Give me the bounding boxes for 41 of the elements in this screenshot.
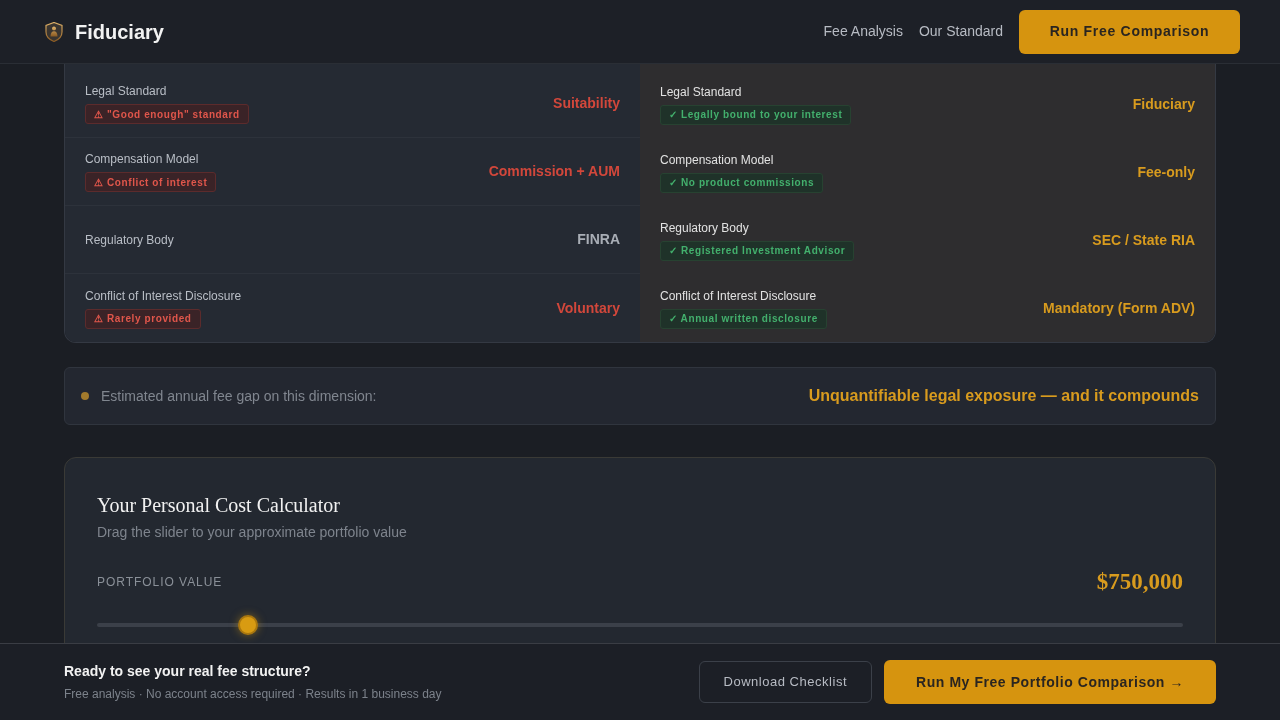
criterion-label: Legal Standard <box>660 83 742 100</box>
criterion-label: Conflict of Interest Disclosure <box>660 287 817 304</box>
portfolio-slider[interactable] <box>97 613 1183 636</box>
criterion-label: Compensation Model <box>660 151 774 168</box>
criterion-label: Compensation Model <box>85 151 199 167</box>
portfolio-value-label: PORTFOLIO VALUE <box>97 574 223 592</box>
criterion-value: Suitability <box>553 94 620 113</box>
portfolio-value: $750,000 <box>1096 568 1183 596</box>
shield-icon <box>45 21 63 42</box>
criterion-value: Fiduciary <box>1132 94 1195 114</box>
fee-gap-value: Unquantifiable legal exposure — and it compounds <box>808 386 1199 406</box>
criterion-label: Legal Standard <box>85 83 167 99</box>
status-tag: ✓ No product commissions <box>660 172 824 193</box>
criterion-value: Voluntary <box>556 298 620 318</box>
brand-name: Fiduciary <box>75 19 164 45</box>
status-tag: ✓ Annual written disclosure <box>660 308 827 329</box>
run-portfolio-comparison-button[interactable]: Run My Free Portfolio Comparison → <box>884 660 1216 704</box>
footer-subtitle: Free analysis · No account access required · Results in 1 business day <box>64 686 442 703</box>
criterion-value: SEC / State RIA <box>1092 230 1195 250</box>
nav-link[interactable]: Fee Analysis <box>823 21 903 42</box>
run-comparison-button[interactable]: Run Free Comparison <box>1019 9 1240 54</box>
status-tag: ⚠ Conflict of interest <box>85 172 217 192</box>
criterion-label: Conflict of Interest Disclosure <box>85 287 242 304</box>
status-tag: ✓ Legally bound to your interest <box>660 104 852 125</box>
criterion-label: Regulatory Body <box>85 231 174 248</box>
criterion-value: Mandatory (Form ADV) <box>1043 298 1195 318</box>
status-tag: ⚠ "Good enough" standard <box>85 104 249 124</box>
status-tag: ✓ Registered Investment Advisor <box>660 240 855 261</box>
download-checklist-button[interactable]: Download Checklist <box>698 661 873 703</box>
bullet-dot-icon <box>81 392 89 400</box>
criterion-value: FINRA <box>577 230 620 249</box>
calculator-subtitle: Drag the slider to your approximate portfolio value <box>97 523 408 542</box>
calculator-title: Your Personal Cost Calculator <box>97 493 341 518</box>
fee-gap-label: Estimated annual fee gap on this dimension: <box>101 386 377 406</box>
status-tag: ⚠ Rarely provided <box>85 308 201 329</box>
criterion-value: Fee-only <box>1137 162 1195 182</box>
criterion-label: Regulatory Body <box>660 219 749 236</box>
criterion-value: Commission + AUM <box>488 162 620 181</box>
slider-thumb[interactable] <box>237 614 258 635</box>
nav-link[interactable]: Our Standard <box>918 21 1003 42</box>
footer-title: Ready to see your real fee structure? <box>64 662 312 681</box>
